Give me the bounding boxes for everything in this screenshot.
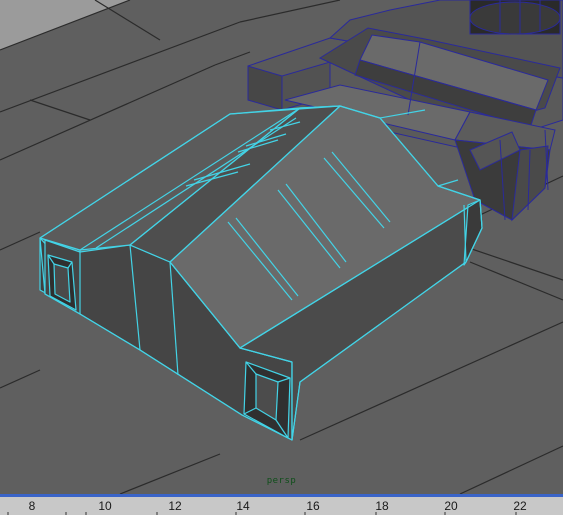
frame-label: 18 xyxy=(375,499,389,513)
camera-name-label: persp xyxy=(266,476,297,486)
frame-label: 22 xyxy=(513,499,527,513)
frame-label: 16 xyxy=(306,499,320,513)
viewport-scene xyxy=(0,0,563,494)
perspective-viewport[interactable]: persp xyxy=(0,0,563,494)
frame-label: 8 xyxy=(28,499,36,513)
frame-label: 12 xyxy=(168,499,182,513)
time-slider[interactable]: 8 10 12 14 16 18 20 22 xyxy=(0,494,563,515)
maya-window: persp 8 10 12 14 16 18 20 22 xyxy=(0,0,563,515)
frame-label: 20 xyxy=(444,499,458,513)
frame-label: 10 xyxy=(98,499,112,513)
frame-label: 14 xyxy=(236,499,250,513)
time-slider-ticks xyxy=(7,512,517,515)
